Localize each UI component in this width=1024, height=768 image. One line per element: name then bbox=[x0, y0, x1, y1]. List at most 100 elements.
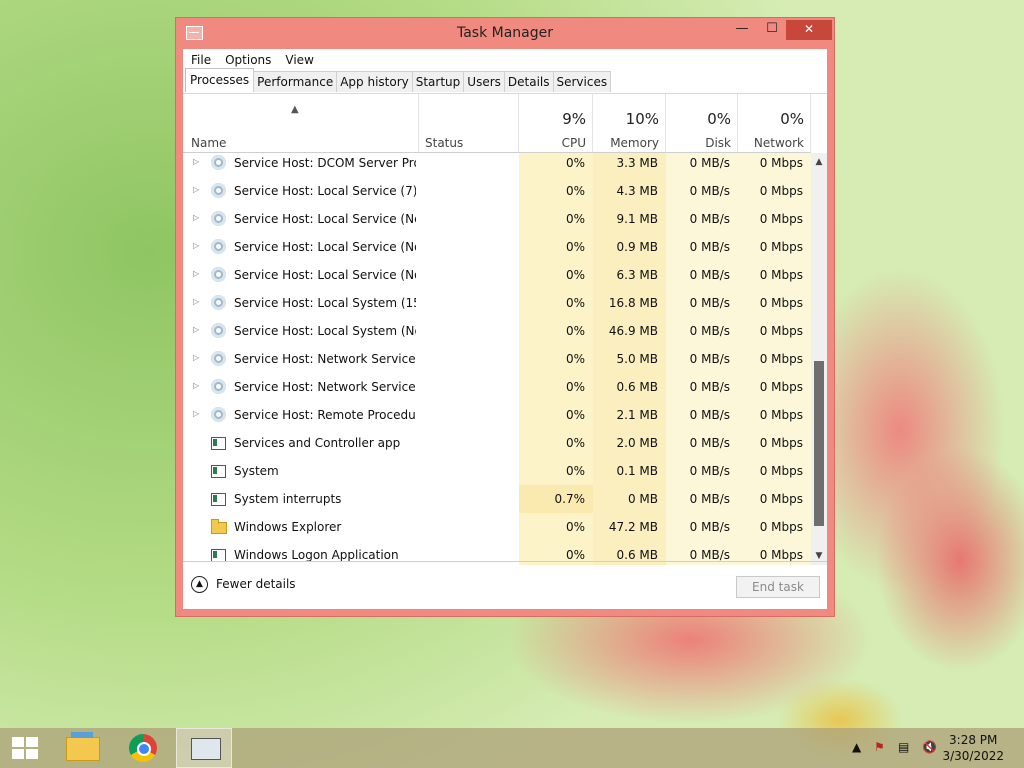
expand-arrow-icon[interactable]: ▷ bbox=[193, 381, 199, 390]
fewer-details-button[interactable]: ▲ Fewer details bbox=[191, 576, 296, 593]
tab-services[interactable]: Services bbox=[552, 71, 612, 92]
gear-icon bbox=[211, 407, 226, 422]
expand-arrow-icon[interactable]: ▷ bbox=[193, 325, 199, 334]
process-row[interactable]: ▷ Service Host: Network Service (... 0% 0.6… bbox=[183, 373, 811, 401]
tab-app-history[interactable]: App history bbox=[336, 71, 413, 92]
column-network-label: Network bbox=[753, 136, 804, 150]
process-row[interactable]: Services and Controller app 0% 2.0 MB 0 MB/… bbox=[183, 429, 811, 457]
maximize-button[interactable]: ☐ bbox=[759, 20, 785, 40]
process-name: System interrupts bbox=[234, 492, 342, 506]
process-network: 0 Mbps bbox=[759, 212, 803, 226]
process-list: ▷ Service Host: DCOM Server Proc... 0% 3.3 … bbox=[183, 153, 811, 565]
close-button[interactable]: ✕ bbox=[786, 20, 832, 40]
tab-performance[interactable]: Performance bbox=[253, 71, 338, 92]
process-name: Service Host: Local System (15) bbox=[234, 296, 416, 310]
tab-users[interactable]: Users bbox=[463, 71, 505, 92]
process-cpu: 0% bbox=[565, 436, 585, 450]
expand-arrow-icon[interactable]: ▷ bbox=[193, 185, 199, 194]
column-header-name[interactable]: ▲ Name bbox=[183, 94, 419, 152]
disk-total: 0% bbox=[707, 110, 731, 128]
expand-arrow-icon[interactable]: ▷ bbox=[193, 409, 199, 418]
tab-processes[interactable]: Processes bbox=[185, 68, 255, 92]
column-memory-label: Memory bbox=[610, 136, 659, 150]
expand-arrow-icon[interactable]: ▷ bbox=[193, 213, 199, 222]
expand-arrow-icon[interactable]: ▷ bbox=[193, 157, 199, 166]
expand-arrow-icon[interactable]: ▷ bbox=[193, 269, 199, 278]
process-name: Service Host: Remote Procedure... bbox=[234, 408, 416, 422]
menu-file[interactable]: File bbox=[183, 49, 217, 67]
scroll-up-icon[interactable]: ▲ bbox=[811, 155, 827, 169]
menu-options[interactable]: Options bbox=[217, 49, 277, 67]
process-memory: 4.3 MB bbox=[616, 184, 658, 198]
column-header-network[interactable]: 0% Network bbox=[738, 94, 811, 152]
volume-muted-icon[interactable]: 🔇 bbox=[922, 740, 937, 754]
app-icon bbox=[211, 465, 226, 478]
action-center-flag-icon[interactable]: ⚑ bbox=[874, 740, 885, 754]
process-row[interactable]: Windows Explorer 0% 47.2 MB 0 MB/s 0 Mbps bbox=[183, 513, 811, 541]
tab-details[interactable]: Details bbox=[503, 71, 554, 92]
scroll-thumb[interactable] bbox=[814, 361, 824, 526]
folder-icon bbox=[211, 519, 227, 534]
app-icon bbox=[211, 493, 226, 506]
process-cpu: 0% bbox=[565, 240, 585, 254]
task-manager-window: Task Manager — ☐ ✕ File Options View Proce… bbox=[175, 17, 835, 617]
process-disk: 0 MB/s bbox=[689, 296, 730, 310]
process-cpu: 0% bbox=[565, 548, 585, 562]
process-name: Services and Controller app bbox=[234, 436, 401, 450]
process-name: Service Host: Local System (Net... bbox=[234, 324, 416, 338]
start-button[interactable] bbox=[0, 728, 56, 768]
vertical-scrollbar[interactable]: ▲ ▼ bbox=[811, 153, 827, 565]
process-row[interactable]: ▷ Service Host: Local System (Net... 0% 46.… bbox=[183, 317, 811, 345]
process-cpu: 0% bbox=[565, 212, 585, 226]
process-row[interactable]: ▷ Service Host: Local Service (No ... 0% 6.… bbox=[183, 261, 811, 289]
taskbar-chrome[interactable] bbox=[115, 728, 171, 768]
process-disk: 0 MB/s bbox=[689, 156, 730, 170]
gear-icon bbox=[211, 379, 226, 394]
sort-up-icon: ▲ bbox=[291, 104, 299, 115]
process-row[interactable]: ▷ Service Host: Local Service (Net... 0% 9.… bbox=[183, 205, 811, 233]
end-task-button[interactable]: End task bbox=[736, 576, 820, 598]
tab-startup[interactable]: Startup bbox=[411, 71, 465, 92]
menu-view[interactable]: View bbox=[277, 49, 319, 67]
show-hidden-icons-icon[interactable]: ▲ bbox=[852, 740, 861, 754]
process-network: 0 Mbps bbox=[759, 352, 803, 366]
gear-icon bbox=[211, 351, 226, 366]
taskbar-file-explorer[interactable] bbox=[54, 728, 110, 768]
process-cpu: 0% bbox=[565, 380, 585, 394]
process-disk: 0 MB/s bbox=[689, 324, 730, 338]
expand-arrow-icon[interactable]: ▷ bbox=[193, 241, 199, 250]
process-network: 0 Mbps bbox=[759, 324, 803, 338]
column-header-cpu[interactable]: 9% CPU bbox=[519, 94, 593, 152]
gear-icon bbox=[211, 183, 226, 198]
column-cpu-label: CPU bbox=[561, 136, 586, 150]
process-row[interactable]: ▷ Service Host: DCOM Server Proc... 0% 3.3 … bbox=[183, 153, 811, 177]
column-status-label: Status bbox=[425, 136, 464, 150]
title-bar[interactable]: Task Manager — ☐ ✕ bbox=[176, 18, 834, 50]
expand-arrow-icon[interactable]: ▷ bbox=[193, 297, 199, 306]
process-disk: 0 MB/s bbox=[689, 184, 730, 198]
column-header-status[interactable]: Status bbox=[419, 94, 519, 152]
clock[interactable]: 3:28 PM 3/30/2022 bbox=[942, 732, 1004, 764]
process-row[interactable]: System interrupts 0.7% 0 MB 0 MB/s 0 Mbps bbox=[183, 485, 811, 513]
minimize-button[interactable]: — bbox=[729, 20, 755, 40]
process-name: Service Host: Local Service (No I... bbox=[234, 240, 416, 254]
process-disk: 0 MB/s bbox=[689, 212, 730, 226]
process-memory: 0.6 MB bbox=[616, 548, 658, 562]
process-row[interactable]: ▷ Service Host: Local Service (7) 0% 4.3 MB… bbox=[183, 177, 811, 205]
process-memory: 0 MB bbox=[627, 492, 658, 506]
process-row[interactable]: ▷ Service Host: Local System (15) 0% 16.8 M… bbox=[183, 289, 811, 317]
column-header-memory[interactable]: 10% Memory bbox=[593, 94, 666, 152]
network-icon[interactable]: ▤ bbox=[898, 740, 909, 754]
clock-time: 3:28 PM bbox=[949, 733, 998, 747]
taskbar-task-manager[interactable] bbox=[176, 728, 232, 768]
process-row[interactable]: ▷ Service Host: Local Service (No I... 0% 0… bbox=[183, 233, 811, 261]
process-row[interactable]: System 0% 0.1 MB 0 MB/s 0 Mbps bbox=[183, 457, 811, 485]
expand-arrow-icon[interactable]: ▷ bbox=[193, 353, 199, 362]
process-row[interactable]: ▷ Service Host: Network Service (4) 0% 5.0 … bbox=[183, 345, 811, 373]
process-memory: 0.6 MB bbox=[616, 380, 658, 394]
menu-bar: File Options View bbox=[183, 49, 827, 71]
process-row[interactable]: ▷ Service Host: Remote Procedure... 0% 2.1 … bbox=[183, 401, 811, 429]
process-cpu: 0% bbox=[565, 296, 585, 310]
process-network: 0 Mbps bbox=[759, 240, 803, 254]
column-header-disk[interactable]: 0% Disk bbox=[666, 94, 738, 152]
